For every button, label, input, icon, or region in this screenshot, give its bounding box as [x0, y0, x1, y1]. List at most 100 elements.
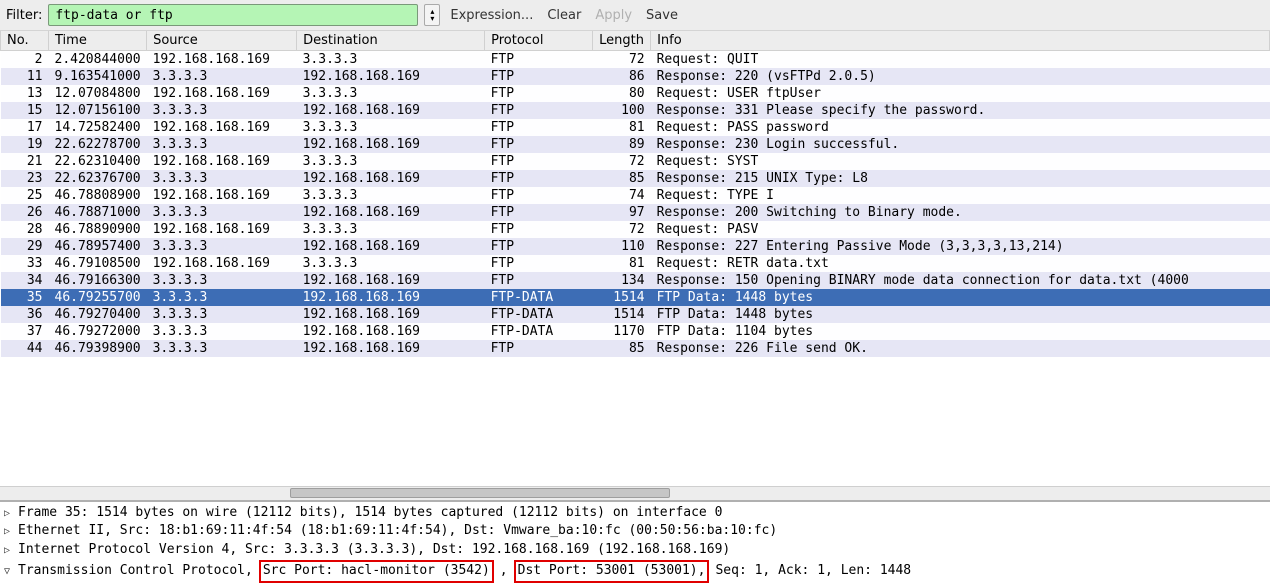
packet-row[interactable]: 2646.788710003.3.3.3192.168.168.169FTP97… [1, 204, 1270, 221]
filter-input[interactable] [48, 4, 418, 26]
scrollbar-thumb[interactable] [290, 488, 670, 498]
cell-protocol: FTP [485, 204, 593, 221]
apply-button[interactable]: Apply [591, 8, 636, 23]
packet-row[interactable]: 1922.622787003.3.3.3192.168.168.169FTP89… [1, 136, 1270, 153]
cell-source: 3.3.3.3 [147, 68, 297, 85]
cell-time: 22.62376700 [49, 170, 147, 187]
packet-row[interactable]: 3546.792557003.3.3.3192.168.168.169FTP-D… [1, 289, 1270, 306]
cell-info: Response: 215 UNIX Type: L8 [651, 170, 1270, 187]
packet-row[interactable]: 2122.62310400192.168.168.1693.3.3.3FTP72… [1, 153, 1270, 170]
cell-source: 192.168.168.169 [147, 51, 297, 69]
details-tcp-suffix: Seq: 1, Ack: 1, Len: 1448 [715, 562, 911, 581]
packet-row[interactable]: 3646.792704003.3.3.3192.168.168.169FTP-D… [1, 306, 1270, 323]
col-header-destination[interactable]: Destination [297, 31, 485, 51]
details-ip[interactable]: ▷ Internet Protocol Version 4, Src: 3.3.… [4, 541, 1266, 560]
cell-no: 17 [1, 119, 49, 136]
col-header-source[interactable]: Source [147, 31, 297, 51]
packet-row[interactable]: 1714.72582400192.168.168.1693.3.3.3FTP81… [1, 119, 1270, 136]
cell-destination: 192.168.168.169 [297, 102, 485, 119]
cell-no: 44 [1, 340, 49, 357]
details-tcp[interactable]: ▽ Transmission Control Protocol, Src Por… [4, 560, 1266, 583]
cell-no: 11 [1, 68, 49, 85]
cell-destination: 192.168.168.169 [297, 323, 485, 340]
collapse-icon[interactable]: ▽ [4, 565, 14, 580]
highlight-dst-port: Dst Port: 53001 (53001), [514, 560, 710, 583]
filter-label: Filter: [6, 8, 42, 23]
expand-icon[interactable]: ▷ [4, 507, 14, 522]
cell-length: 86 [593, 68, 651, 85]
cell-protocol: FTP-DATA [485, 306, 593, 323]
cell-length: 85 [593, 340, 651, 357]
cell-length: 1514 [593, 289, 651, 306]
cell-source: 3.3.3.3 [147, 102, 297, 119]
packet-row[interactable]: 2322.623767003.3.3.3192.168.168.169FTP85… [1, 170, 1270, 187]
cell-source: 3.3.3.3 [147, 272, 297, 289]
filter-history-dropdown[interactable]: ▴ ▾ [424, 4, 440, 26]
col-header-no[interactable]: No. [1, 31, 49, 51]
cell-no: 23 [1, 170, 49, 187]
cell-time: 46.79270400 [49, 306, 147, 323]
col-header-protocol[interactable]: Protocol [485, 31, 593, 51]
packet-row[interactable]: 1312.07084800192.168.168.1693.3.3.3FTP80… [1, 85, 1270, 102]
col-header-length[interactable]: Length [593, 31, 651, 51]
packet-details-pane[interactable]: ▷ Frame 35: 1514 bytes on wire (12112 bi… [0, 500, 1270, 585]
packet-row[interactable]: 2846.78890900192.168.168.1693.3.3.3FTP72… [1, 221, 1270, 238]
cell-length: 1514 [593, 306, 651, 323]
expand-icon[interactable]: ▷ [4, 525, 14, 540]
packet-row[interactable]: 3346.79108500192.168.168.1693.3.3.3FTP81… [1, 255, 1270, 272]
save-button[interactable]: Save [642, 8, 682, 23]
details-tcp-prefix: Transmission Control Protocol, [18, 562, 253, 581]
packet-row[interactable]: 4446.793989003.3.3.3192.168.168.169FTP85… [1, 340, 1270, 357]
cell-source: 3.3.3.3 [147, 204, 297, 221]
cell-length: 74 [593, 187, 651, 204]
cell-time: 46.78890900 [49, 221, 147, 238]
cell-time: 46.78957400 [49, 238, 147, 255]
cell-destination: 3.3.3.3 [297, 119, 485, 136]
cell-protocol: FTP-DATA [485, 289, 593, 306]
cell-info: Request: TYPE I [651, 187, 1270, 204]
packet-row[interactable]: 2546.78808900192.168.168.1693.3.3.3FTP74… [1, 187, 1270, 204]
cell-length: 1170 [593, 323, 651, 340]
cell-info: Request: PASV [651, 221, 1270, 238]
details-frame[interactable]: ▷ Frame 35: 1514 bytes on wire (12112 bi… [4, 504, 1266, 523]
horizontal-scrollbar[interactable] [0, 486, 1270, 500]
packet-row[interactable]: 2946.789574003.3.3.3192.168.168.169FTP11… [1, 238, 1270, 255]
cell-length: 81 [593, 119, 651, 136]
cell-no: 25 [1, 187, 49, 204]
details-frame-text: Frame 35: 1514 bytes on wire (12112 bits… [18, 504, 722, 523]
cell-destination: 3.3.3.3 [297, 153, 485, 170]
cell-source: 3.3.3.3 [147, 289, 297, 306]
packet-row[interactable]: 119.1635410003.3.3.3192.168.168.169FTP86… [1, 68, 1270, 85]
cell-info: Response: 220 (vsFTPd 2.0.5) [651, 68, 1270, 85]
cell-destination: 192.168.168.169 [297, 340, 485, 357]
cell-time: 46.79398900 [49, 340, 147, 357]
expression-button[interactable]: Expression... [446, 8, 537, 23]
details-ethernet[interactable]: ▷ Ethernet II, Src: 18:b1:69:11:4f:54 (1… [4, 522, 1266, 541]
clear-button[interactable]: Clear [543, 8, 585, 23]
packet-list[interactable]: No. Time Source Destination Protocol Len… [0, 31, 1270, 357]
cell-source: 3.3.3.3 [147, 323, 297, 340]
packet-row[interactable]: 1512.071561003.3.3.3192.168.168.169FTP10… [1, 102, 1270, 119]
packet-row[interactable]: 3446.791663003.3.3.3192.168.168.169FTP13… [1, 272, 1270, 289]
cell-info: Request: QUIT [651, 51, 1270, 69]
cell-no: 35 [1, 289, 49, 306]
cell-length: 72 [593, 51, 651, 69]
packet-row[interactable]: 3746.792720003.3.3.3192.168.168.169FTP-D… [1, 323, 1270, 340]
cell-source: 3.3.3.3 [147, 340, 297, 357]
cell-time: 22.62278700 [49, 136, 147, 153]
col-header-info[interactable]: Info [651, 31, 1270, 51]
cell-info: Request: RETR data.txt [651, 255, 1270, 272]
cell-protocol: FTP [485, 187, 593, 204]
cell-source: 192.168.168.169 [147, 85, 297, 102]
col-header-time[interactable]: Time [49, 31, 147, 51]
cell-source: 3.3.3.3 [147, 170, 297, 187]
cell-time: 14.72582400 [49, 119, 147, 136]
cell-protocol: FTP [485, 221, 593, 238]
details-ip-text: Internet Protocol Version 4, Src: 3.3.3.… [18, 541, 730, 560]
packet-row[interactable]: 22.420844000192.168.168.1693.3.3.3FTP72R… [1, 51, 1270, 69]
cell-protocol: FTP [485, 272, 593, 289]
expand-icon[interactable]: ▷ [4, 544, 14, 559]
cell-protocol: FTP [485, 255, 593, 272]
cell-destination: 192.168.168.169 [297, 272, 485, 289]
cell-time: 2.420844000 [49, 51, 147, 69]
